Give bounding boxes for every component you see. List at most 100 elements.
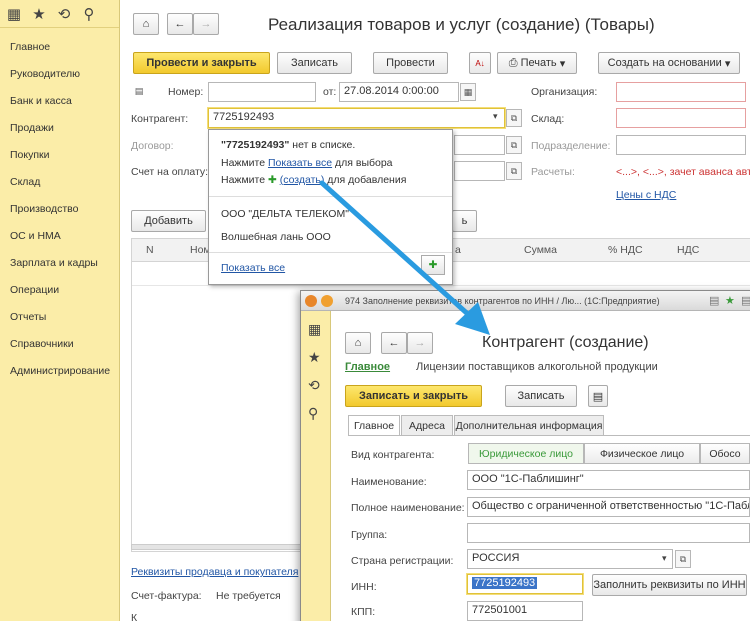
- warehouse-field[interactable]: [616, 108, 746, 128]
- home-button[interactable]: ⌂: [133, 13, 159, 35]
- group-field[interactable]: [467, 523, 750, 543]
- open-link-icon[interactable]: ⧉: [675, 550, 691, 568]
- tab-additional-info[interactable]: Дополнительная информация: [454, 415, 604, 435]
- search-icon[interactable]: ⚲: [308, 405, 318, 422]
- group-label: Группа:: [351, 529, 388, 541]
- spellcheck-icon[interactable]: A↓: [469, 52, 491, 74]
- sidebar-item-sales[interactable]: Продажи: [0, 115, 119, 142]
- contract-field[interactable]: [454, 135, 505, 155]
- page-title: Реализация товаров и услуг (создание) (Т…: [268, 15, 655, 34]
- favorites-star-icon[interactable]: ★: [308, 349, 321, 366]
- open-link-icon[interactable]: ⧉: [506, 109, 522, 127]
- dropdown-arrow-icon[interactable]: ▾: [493, 111, 498, 122]
- sidebar-item-references[interactable]: Справочники: [0, 331, 119, 358]
- invoice-value: Не требуется: [216, 590, 281, 602]
- number-field[interactable]: [208, 82, 316, 102]
- window-sidebar: ▦ ★ ⟲ ⚲: [301, 311, 331, 621]
- open-link-icon[interactable]: ⧉: [506, 136, 522, 154]
- back-button[interactable]: ←: [381, 332, 407, 354]
- dropdown-arrow-icon[interactable]: ▾: [662, 553, 667, 564]
- create-link[interactable]: (создать): [280, 174, 325, 186]
- col-sum: Сумма: [524, 244, 557, 256]
- col-n: N: [146, 244, 154, 256]
- history-icon[interactable]: ⟲: [308, 377, 320, 394]
- full-name-label: Полное наименование:: [351, 502, 465, 514]
- invoice-payment-field[interactable]: [454, 161, 505, 181]
- history-icon[interactable]: ⟲: [56, 5, 72, 23]
- kpp-field[interactable]: 772501001: [467, 601, 583, 621]
- not-in-list-text: нет в списке.: [289, 139, 356, 151]
- back-button[interactable]: ←: [167, 13, 193, 35]
- list-item[interactable]: ООО "ДЕЛЬТА ТЕЛЕКОМ": [221, 208, 349, 220]
- forward-button[interactable]: →: [407, 332, 433, 354]
- nav-licenses-link[interactable]: Лицензии поставщиков алкогольной продукц…: [416, 361, 658, 373]
- add-row-button[interactable]: Добавить: [131, 210, 206, 232]
- home-button[interactable]: ⌂: [345, 332, 371, 354]
- sidebar-item-production[interactable]: Производство: [0, 196, 119, 223]
- list-item[interactable]: Волшебная лань ООО: [221, 231, 331, 243]
- nav-main-link[interactable]: Главное: [345, 361, 390, 373]
- printer-icon: ⎙: [508, 56, 521, 69]
- sidebar-item-payroll[interactable]: Зарплата и кадры: [0, 250, 119, 277]
- sidebar-item-main[interactable]: Главное: [0, 34, 119, 61]
- forward-button[interactable]: →: [193, 13, 219, 35]
- inn-value: 7725192493: [472, 577, 538, 589]
- calendar-icon[interactable]: ▦: [460, 83, 476, 101]
- search-icon[interactable]: ⚲: [81, 5, 97, 23]
- window-page-title: Контрагент (создание): [482, 334, 649, 351]
- open-link-icon[interactable]: ⧉: [506, 162, 522, 180]
- window-title-text: 974 Заполнение реквизитов контрагентов п…: [345, 296, 660, 306]
- horizontal-scrollbar[interactable]: [131, 544, 301, 550]
- window-more-icon[interactable]: ▤: [741, 294, 750, 307]
- tab-main[interactable]: Главное: [348, 415, 400, 436]
- full-name-field[interactable]: Общество с ограниченной ответственностью…: [467, 497, 750, 517]
- division-field[interactable]: [616, 135, 746, 155]
- sidebar-item-admin[interactable]: Администрирование: [0, 358, 119, 385]
- dropdown-arrow-icon: ▾: [724, 57, 731, 70]
- sidebar-item-reports[interactable]: Отчеты: [0, 304, 119, 331]
- fill-by-inn-button[interactable]: Заполнить реквизиты по ИНН: [592, 574, 747, 596]
- sidebar-item-warehouse[interactable]: Склад: [0, 169, 119, 196]
- favorite-star-icon[interactable]: ★: [725, 294, 735, 307]
- tab-addresses[interactable]: Адреса: [401, 415, 453, 435]
- window-tools-icon[interactable]: ▤: [709, 294, 719, 307]
- apps-grid-icon[interactable]: ▦: [308, 321, 321, 338]
- name-label: Наименование:: [351, 476, 427, 488]
- type-legal-entity[interactable]: Юридическое лицо: [468, 443, 584, 464]
- post-button[interactable]: Провести: [373, 52, 448, 74]
- save-and-close-button[interactable]: Записать и закрыть: [345, 385, 482, 407]
- organization-field[interactable]: [616, 82, 746, 102]
- save-button[interactable]: Записать: [277, 52, 352, 74]
- create-based-on-button[interactable]: Создать на основании ▾: [598, 52, 740, 74]
- menu-icon[interactable]: [321, 295, 333, 307]
- table-action-button[interactable]: ь: [452, 210, 477, 232]
- type-label: Вид контрагента:: [351, 449, 435, 461]
- sidebar-item-bank[interactable]: Банк и касса: [0, 88, 119, 115]
- inn-field[interactable]: 7725192493: [467, 574, 583, 594]
- save-button[interactable]: Записать: [505, 385, 577, 407]
- type-separate[interactable]: Обосо: [700, 443, 750, 464]
- date-field[interactable]: 27.08.2014 0:00:00: [339, 82, 459, 102]
- sidebar-item-assets[interactable]: ОС и НМА: [0, 223, 119, 250]
- show-all-link[interactable]: Показать все: [268, 157, 332, 169]
- settlements-value[interactable]: <...>, <...>, зачет аванса авто: [616, 166, 750, 178]
- show-all-hint: Нажмите Показать все для выбора: [221, 157, 393, 169]
- favorites-star-icon[interactable]: ★: [31, 5, 47, 23]
- country-field[interactable]: РОССИЯ: [467, 549, 673, 569]
- post-and-close-button[interactable]: Провести и закрыть: [133, 52, 270, 74]
- name-field[interactable]: ООО "1С-Паблишинг": [467, 470, 750, 490]
- print-button[interactable]: ⎙ Печать ▾: [497, 52, 577, 74]
- counterparty-field[interactable]: 7725192493: [208, 108, 505, 128]
- show-all-bottom-link[interactable]: Показать все: [221, 262, 285, 274]
- sidebar-item-purchases[interactable]: Покупки: [0, 142, 119, 169]
- document-icon: ▤: [134, 85, 144, 96]
- sidebar-item-manager[interactable]: Руководителю: [0, 61, 119, 88]
- seller-buyer-details-link[interactable]: Реквизиты продавца и покупателя: [131, 566, 298, 578]
- list-icon[interactable]: ▤: [588, 385, 608, 407]
- type-individual[interactable]: Физическое лицо: [584, 443, 700, 464]
- apps-grid-icon[interactable]: ▦: [6, 5, 22, 23]
- sidebar-item-operations[interactable]: Операции: [0, 277, 119, 304]
- cropped-label: К: [131, 612, 138, 621]
- prices-vat-link[interactable]: Цены с НДС: [616, 189, 676, 201]
- create-plus-button[interactable]: ✚: [421, 255, 445, 275]
